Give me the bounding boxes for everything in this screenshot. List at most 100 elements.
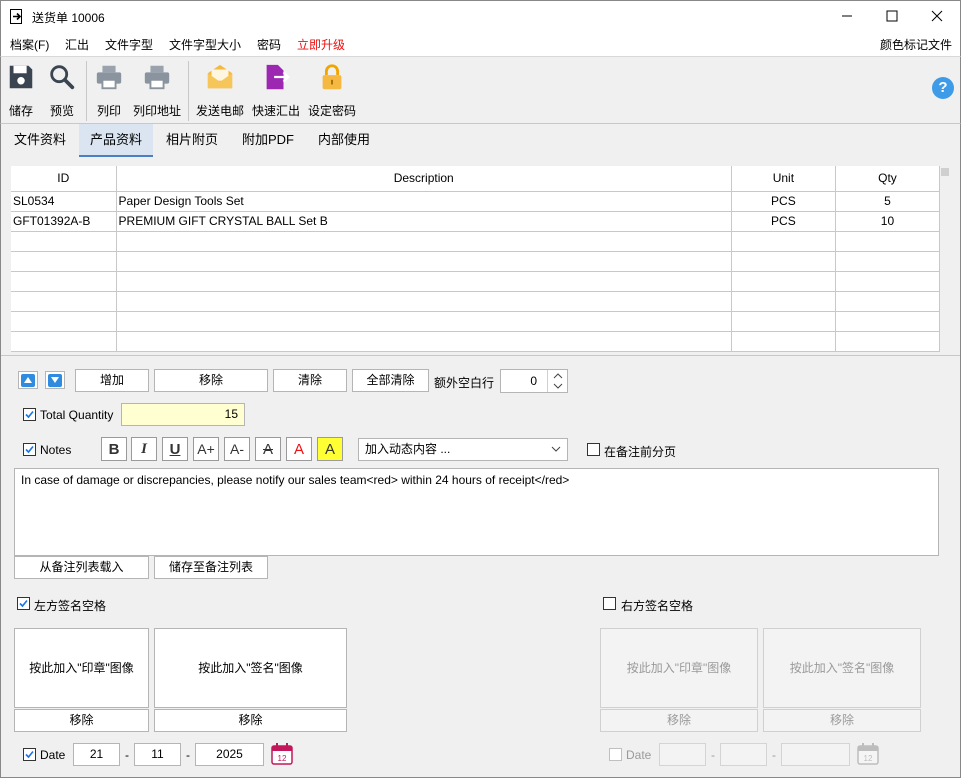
cell-description[interactable]: Paper Design Tools Set <box>116 191 732 212</box>
extra-blank-rows-stepper[interactable]: 0 <box>500 369 568 393</box>
left-date-checkbox[interactable] <box>23 748 36 761</box>
tab-product-info[interactable]: 产品资料 <box>79 124 154 157</box>
load-notes-button[interactable]: 从备注列表载入 <box>14 556 149 579</box>
print-label: 列印 <box>96 104 121 118</box>
page-break-label: 在备注前分页 <box>604 445 677 459</box>
total-quantity-field[interactable]: 15 <box>121 403 245 426</box>
cell-unit[interactable]: PCS <box>731 191 836 212</box>
save-button[interactable]: 储存 <box>6 61 36 119</box>
tab-photo-attachment[interactable]: 相片附页 <box>155 124 229 157</box>
page-break-checkbox[interactable] <box>587 443 600 456</box>
italic-button[interactable]: I <box>131 437 157 461</box>
bold-button[interactable]: B <box>101 437 127 461</box>
left-signature-remove-button[interactable]: 移除 <box>154 709 347 732</box>
table-row-empty[interactable] <box>11 311 941 332</box>
cell-qty[interactable]: 5 <box>835 191 941 212</box>
total-quantity-checkbox[interactable] <box>23 408 36 421</box>
print-button[interactable]: 列印 <box>94 61 124 119</box>
right-calendar-button[interactable]: 12 <box>856 742 880 766</box>
right-date-day[interactable] <box>659 743 706 766</box>
cell-id[interactable]: GFT01392A-B <box>11 211 117 232</box>
save-label: 储存 <box>8 104 33 118</box>
tab-document-info[interactable]: 文件资料 <box>3 124 77 157</box>
dynamic-content-dropdown[interactable]: 加入动态内容 ... <box>358 438 568 461</box>
maximize-button[interactable] <box>869 1 915 31</box>
bold-icon: B <box>108 440 120 458</box>
right-date-year[interactable] <box>781 743 850 766</box>
cell-qty[interactable]: 10 <box>835 211 941 232</box>
help-button[interactable]: ? <box>932 77 954 99</box>
notes-textarea[interactable]: In case of damage or discrepancies, plea… <box>14 468 939 556</box>
calendar-icon: 12 <box>271 743 293 765</box>
set-password-button[interactable]: 设定密码 <box>307 61 357 119</box>
print-address-button[interactable]: 列印地址 <box>132 61 182 119</box>
decrease-font-button[interactable]: A- <box>224 437 250 461</box>
right-signature-remove-button[interactable]: 移除 <box>763 709 921 732</box>
minimize-button[interactable] <box>824 1 870 31</box>
font-color-button[interactable]: A <box>286 437 312 461</box>
left-stamp-image-button[interactable]: 按此加入"印章"图像 <box>14 628 149 708</box>
magnifier-icon <box>50 65 75 90</box>
right-stamp-remove-button[interactable]: 移除 <box>600 709 758 732</box>
cell-description[interactable]: PREMIUM GIFT CRYSTAL BALL Set B <box>116 211 732 232</box>
table-row[interactable]: GFT01392A-B PREMIUM GIFT CRYSTAL BALL Se… <box>11 211 941 232</box>
scrollbar-thumb[interactable] <box>941 168 949 176</box>
table-row-empty[interactable] <box>11 271 941 292</box>
increase-font-button[interactable]: A+ <box>193 437 219 461</box>
table-row-empty[interactable] <box>11 291 941 312</box>
right-signature-image-button[interactable]: 按此加入"签名"图像 <box>763 628 921 708</box>
clear-row-button[interactable]: 清除 <box>273 369 347 392</box>
add-row-button[interactable]: 增加 <box>75 369 149 392</box>
checkmark-icon <box>25 445 34 454</box>
table-row[interactable]: SL0534 Paper Design Tools Set PCS 5 <box>11 191 941 212</box>
save-notes-button[interactable]: 储存至备注列表 <box>154 556 268 579</box>
move-up-button[interactable] <box>18 371 38 389</box>
remove-row-button[interactable]: 移除 <box>154 369 268 392</box>
menu-bar: 档案(F) 汇出 文件字型 文件字型大小 密码 立即升级 颜色标记文件 <box>0 31 961 56</box>
left-date-year[interactable]: 2025 <box>195 743 264 766</box>
right-date-month[interactable] <box>720 743 767 766</box>
table-row-empty[interactable] <box>11 231 941 252</box>
underline-button[interactable]: U <box>162 437 188 461</box>
right-date-checkbox[interactable] <box>609 748 622 761</box>
table-scrollbar[interactable] <box>940 166 950 352</box>
left-signature-checkbox[interactable] <box>17 597 30 610</box>
menu-export[interactable]: 汇出 <box>65 36 89 53</box>
preview-button[interactable]: 预览 <box>47 61 77 119</box>
clear-all-button[interactable]: 全部清除 <box>352 369 429 392</box>
stepper-arrows[interactable] <box>547 370 567 392</box>
tab-attach-pdf[interactable]: 附加PDF <box>231 124 305 157</box>
arrow-up-icon <box>24 377 32 383</box>
move-down-button[interactable] <box>45 371 65 389</box>
left-date-day[interactable]: 21 <box>73 743 120 766</box>
menu-doc-font[interactable]: 文件字型 <box>105 36 153 53</box>
close-button[interactable] <box>914 1 960 31</box>
left-calendar-button[interactable]: 12 <box>270 742 294 766</box>
column-header-id[interactable]: ID <box>11 166 117 192</box>
column-header-description[interactable]: Description <box>116 166 732 192</box>
menu-doc-font-size[interactable]: 文件字型大小 <box>169 36 241 53</box>
menu-upgrade[interactable]: 立即升级 <box>297 36 345 53</box>
notes-checkbox[interactable] <box>23 443 36 456</box>
right-stamp-image-button[interactable]: 按此加入"印章"图像 <box>600 628 758 708</box>
table-row-empty[interactable] <box>11 251 941 272</box>
left-signature-image-button[interactable]: 按此加入"签名"图像 <box>154 628 347 708</box>
tab-internal-use[interactable]: 内部使用 <box>307 124 381 157</box>
menu-password[interactable]: 密码 <box>257 36 281 53</box>
column-header-qty[interactable]: Qty <box>835 166 941 192</box>
quick-export-button[interactable]: 快速汇出 <box>251 61 301 119</box>
menu-color-tag[interactable]: 颜色标记文件 <box>880 36 952 53</box>
column-header-unit[interactable]: Unit <box>731 166 836 192</box>
cell-unit[interactable]: PCS <box>731 211 836 232</box>
right-signature-checkbox[interactable] <box>603 597 616 610</box>
notes-label: Notes <box>40 443 72 457</box>
table-row-empty[interactable] <box>11 331 941 352</box>
left-stamp-remove-button[interactable]: 移除 <box>14 709 149 732</box>
left-date-month[interactable]: 11 <box>134 743 181 766</box>
strikethrough-button[interactable]: A <box>255 437 281 461</box>
send-email-button[interactable]: 发送电邮 <box>195 61 245 119</box>
highlight-button[interactable]: A <box>317 437 343 461</box>
highlight-icon: A <box>324 440 335 458</box>
menu-file[interactable]: 档案(F) <box>10 36 49 53</box>
cell-id[interactable]: SL0534 <box>11 191 117 212</box>
